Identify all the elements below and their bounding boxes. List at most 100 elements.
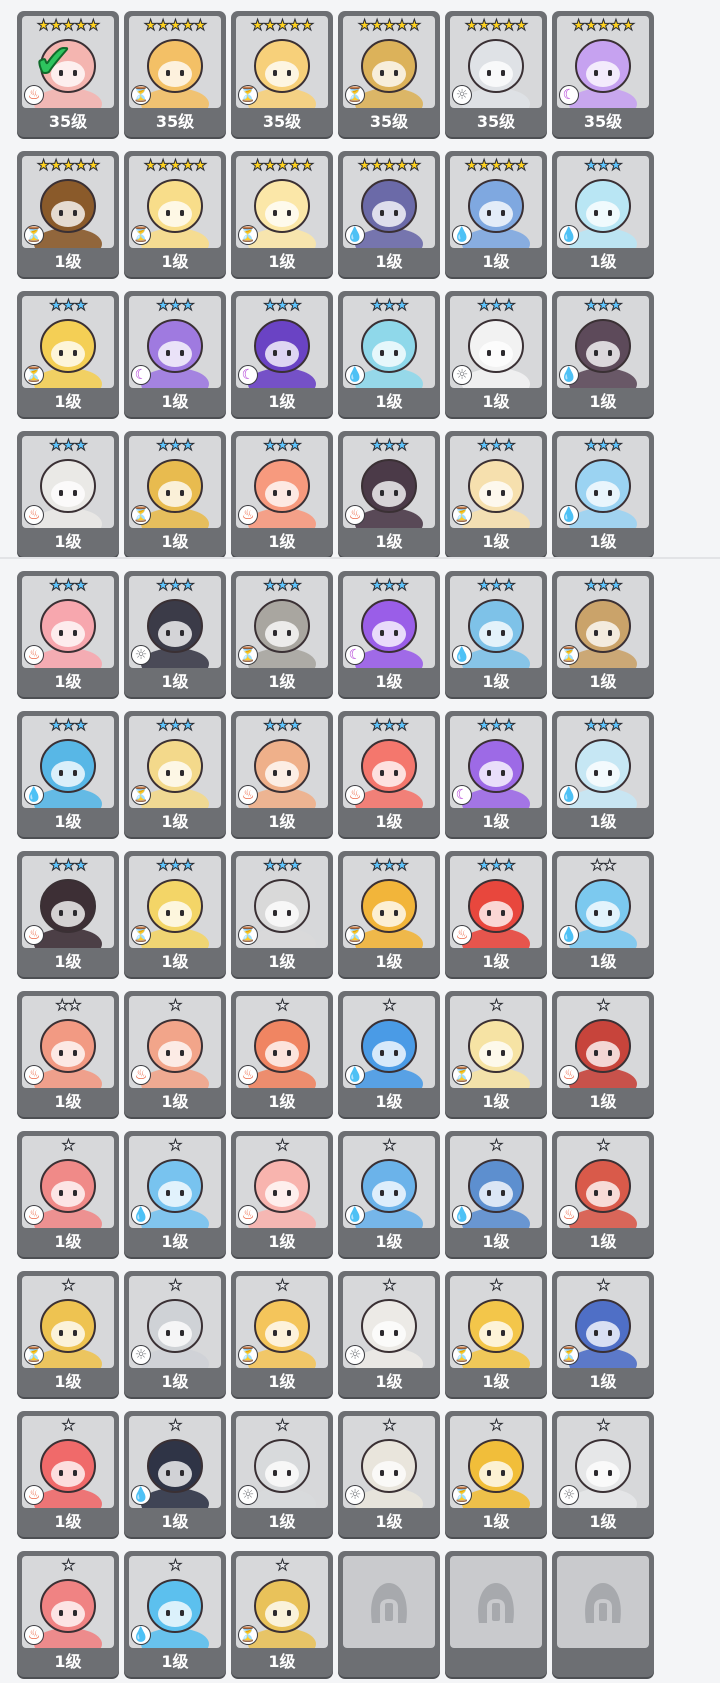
star-icon: ★ (168, 576, 183, 594)
hero-card[interactable]: ★★★ ♨ 1级 (17, 851, 119, 977)
hero-portrait: ★★★★★ ⏳ (236, 16, 328, 108)
hero-card[interactable]: ★★★ 💧 1级 (552, 291, 654, 417)
hero-card[interactable]: ★★★ 💧 1级 (552, 151, 654, 277)
hero-card[interactable]: ★★★ ⏳ 1级 (17, 291, 119, 417)
hero-card[interactable]: ★ 💧 1级 (338, 1131, 440, 1257)
star-rating: ★★★ (343, 437, 435, 454)
hero-card[interactable]: ★★★ ♨ 1级 (231, 431, 333, 557)
hero-card[interactable]: ★★ 💧 1级 (552, 851, 654, 977)
hero-card[interactable]: ★ ⏳ 1级 (552, 1271, 654, 1397)
hero-card[interactable]: ★ ⏳ 1级 (231, 1271, 333, 1397)
hero-card[interactable]: ★ 💧 1级 (124, 1551, 226, 1677)
hero-card[interactable]: ★★★★★ ⏳ 1级 (231, 151, 333, 277)
hero-card[interactable]: ★ 💧 1级 (124, 1131, 226, 1257)
hero-card[interactable]: ★ ♨ 1级 (17, 1131, 119, 1257)
hero-card[interactable]: ★★★★★ ☾ 35级 (552, 11, 654, 137)
hero-card[interactable]: ★★★ 💧 1级 (338, 291, 440, 417)
hero-card[interactable]: ★★★ ⏳ 1级 (124, 431, 226, 557)
hero-card[interactable]: ★ ☼ 1级 (124, 1271, 226, 1397)
hero-card[interactable]: ★ 💧 1级 (338, 991, 440, 1117)
hero-card[interactable]: ★★★ ♨ 1级 (338, 711, 440, 837)
hero-card[interactable]: ★ 💧 1级 (445, 1131, 547, 1257)
star-icon: ★ (596, 996, 611, 1014)
locked-hero-slot[interactable] (552, 1551, 654, 1677)
helmet-silhouette-icon (585, 1583, 621, 1623)
hero-card[interactable]: ★★★ ♨ 1级 (17, 431, 119, 557)
hero-card[interactable]: ★ ♨ 1级 (552, 1131, 654, 1257)
star-rating: ★★★ (557, 717, 649, 734)
star-icon: ★ (61, 1276, 76, 1294)
hero-card[interactable]: ★★★★★ ☼ 35级 (445, 11, 547, 137)
hero-card[interactable]: ★★★★★ ⏳ 1级 (17, 151, 119, 277)
hero-level-label: 1级 (161, 812, 189, 831)
hero-level-label: 1级 (54, 952, 82, 971)
hero-card[interactable]: ★ ♨ 1级 (17, 1411, 119, 1537)
star-rating: ★ (22, 1557, 114, 1574)
hero-card[interactable]: ★★★ ⏳ 1级 (338, 851, 440, 977)
fire-element-icon: ♨ (560, 1066, 578, 1084)
hero-card[interactable]: ★★★ ⏳ 1级 (124, 711, 226, 837)
hero-card[interactable]: ★★★★★ ♨ ✔ 35级 (17, 11, 119, 137)
hero-card[interactable]: ★★★ ⏳ 1级 (231, 571, 333, 697)
star-rating: ★ (22, 1137, 114, 1154)
star-icon: ★ (596, 576, 611, 594)
hero-card[interactable]: ★★★ ☼ 1级 (124, 571, 226, 697)
star-rating: ★★★ (450, 436, 542, 454)
star-icon: ★ (49, 716, 64, 734)
hero-card[interactable]: ★★★ 💧 1级 (552, 431, 654, 557)
star-icon: ★ (74, 296, 89, 314)
hero-card[interactable]: ★★★ ⏳ 1级 (445, 431, 547, 557)
hero-level-label: 1级 (375, 1512, 403, 1531)
hero-card[interactable]: ★★★★★ 💧 1级 (445, 151, 547, 277)
hero-card[interactable]: ★ ⏳ 1级 (17, 1271, 119, 1397)
hero-card[interactable]: ★ ♨ 1级 (231, 1131, 333, 1257)
hero-card[interactable]: ★★★ ⏳ 1级 (231, 851, 333, 977)
hero-card[interactable]: ★★★ ☾ 1级 (231, 291, 333, 417)
hero-card[interactable]: ★ 💧 1级 (124, 1411, 226, 1537)
hero-card[interactable]: ★★★ 💧 1级 (17, 711, 119, 837)
star-icon: ★ (489, 436, 504, 454)
locked-hero-slot[interactable] (338, 1551, 440, 1677)
hero-card[interactable]: ★★★ ☾ 1级 (445, 711, 547, 837)
hero-card[interactable]: ★★★★★ ⏳ 35级 (124, 11, 226, 137)
hero-card[interactable]: ★ ⏳ 1级 (445, 1411, 547, 1537)
hero-card[interactable]: ★★★★★ ⏳ 1级 (124, 151, 226, 277)
star-rating: ★ (343, 1277, 435, 1294)
hero-card[interactable]: ★★★★★ ⏳ 35级 (338, 11, 440, 137)
water-element-icon: 💧 (25, 786, 43, 804)
hero-portrait: ★★★★★ 💧 (343, 156, 435, 248)
water-element-icon: 💧 (346, 226, 364, 244)
hero-card[interactable]: ★ ♨ 1级 (124, 991, 226, 1117)
hero-card[interactable]: ★ ☼ 1级 (338, 1411, 440, 1537)
hero-card[interactable]: ★★★ ☾ 1级 (338, 571, 440, 697)
hero-card[interactable]: ★★★★★ 💧 1级 (338, 151, 440, 277)
star-icon: ★ (609, 436, 624, 454)
hero-card[interactable]: ★★ ♨ 1级 (17, 991, 119, 1117)
hero-card[interactable]: ★ ☼ 1级 (552, 1411, 654, 1537)
hero-card[interactable]: ★★★ ♨ 1级 (338, 431, 440, 557)
hero-card[interactable]: ★★★ ☼ 1级 (445, 291, 547, 417)
hero-card[interactable]: ★ ⏳ 1级 (231, 1551, 333, 1677)
hero-card[interactable]: ★ ⏳ 1级 (445, 1271, 547, 1397)
hero-card[interactable]: ★★★ ⏳ 1级 (552, 571, 654, 697)
hero-card[interactable]: ★ ☼ 1级 (231, 1411, 333, 1537)
hero-card[interactable]: ★★★ 💧 1级 (445, 571, 547, 697)
locked-hero-slot[interactable] (445, 1551, 547, 1677)
hero-card[interactable]: ★★★ ♨ 1级 (445, 851, 547, 977)
hero-card[interactable]: ★★★ ♨ 1级 (231, 711, 333, 837)
star-icon: ★ (168, 1416, 183, 1434)
hero-level-label: 1级 (482, 392, 510, 411)
hero-card[interactable]: ★ ♨ 1级 (552, 991, 654, 1117)
hero-card[interactable]: ★ ♨ 1级 (231, 991, 333, 1117)
hero-card[interactable]: ★ ♨ 1级 (17, 1551, 119, 1677)
hero-card[interactable]: ★ ☼ 1级 (338, 1271, 440, 1397)
hero-card[interactable]: ★★★ ☾ 1级 (124, 291, 226, 417)
hero-card[interactable]: ★ ⏳ 1级 (445, 991, 547, 1117)
earth-element-icon: ⏳ (25, 366, 43, 384)
hero-level-label: 1级 (268, 392, 296, 411)
hero-card[interactable]: ★★★ ♨ 1级 (17, 571, 119, 697)
star-icon: ★ (609, 296, 624, 314)
hero-card[interactable]: ★★★ 💧 1级 (552, 711, 654, 837)
hero-card[interactable]: ★★★★★ ⏳ 35级 (231, 11, 333, 137)
hero-card[interactable]: ★★★ ⏳ 1级 (124, 851, 226, 977)
